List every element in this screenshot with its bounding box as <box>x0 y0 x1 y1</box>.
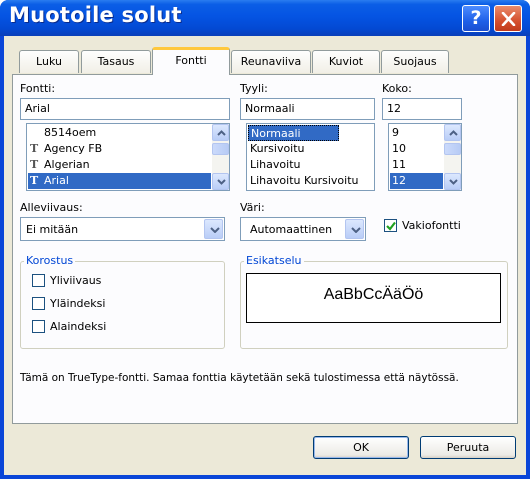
style-item-label: Kursivoitu <box>250 142 305 155</box>
checkmark-icon <box>386 221 396 231</box>
chevron-up-icon <box>217 130 226 136</box>
style-item-label: Normaali <box>251 127 301 140</box>
truetype-icon: T <box>30 174 39 187</box>
preview-box: AaBbCcÄäÖö <box>246 273 501 323</box>
font-list-item[interactable]: T Agency FB <box>28 141 211 157</box>
style-list-item[interactable]: Lihavoitu Kursivoitu <box>248 173 373 189</box>
font-item-label: Algerian <box>44 158 90 171</box>
size-list-item-selected[interactable]: 12 <box>390 173 443 189</box>
font-list-item-selected[interactable]: T Arial <box>28 173 211 189</box>
style-item-label: Lihavoitu Kursivoitu <box>250 174 359 187</box>
close-button[interactable] <box>494 5 522 32</box>
tab-label: Reunaviiva <box>240 55 302 68</box>
dropdown-button[interactable] <box>204 219 223 239</box>
size-list-item[interactable]: 10 <box>390 141 443 157</box>
normal-font-checkbox[interactable] <box>384 219 397 232</box>
chevron-down-icon <box>351 227 361 233</box>
font-size-input[interactable]: 12 <box>382 98 462 120</box>
font-list-item[interactable]: T Algerian <box>28 157 211 173</box>
color-dropdown[interactable]: Automaattinen <box>240 217 366 241</box>
style-list-item[interactable]: Kursivoitu <box>248 141 373 157</box>
superscript-checkbox[interactable] <box>32 297 45 310</box>
close-icon <box>501 12 516 26</box>
preview-sample-text: AaBbCcÄäÖö <box>323 286 424 303</box>
underline-dropdown[interactable]: Ei mitään <box>20 217 225 241</box>
truetype-info-text: Tämä on TrueType-fontti. Samaa fonttia k… <box>20 372 459 384</box>
help-button[interactable]: ? <box>462 5 490 32</box>
tab-kuviot[interactable]: Kuviot <box>312 50 380 73</box>
title-bar[interactable]: Muotoile solut ? <box>0 0 530 36</box>
ok-button[interactable]: OK <box>313 436 409 459</box>
chevron-up-icon <box>449 130 458 136</box>
effects-group-title: Korostus <box>24 254 76 267</box>
scroll-up-button[interactable] <box>444 124 461 141</box>
dialog-title: Muotoile solut <box>9 3 182 27</box>
font-style-input[interactable]: Normaali <box>240 98 375 120</box>
tab-label: Luku <box>36 55 62 68</box>
size-list-scrollbar[interactable] <box>444 124 461 190</box>
tab-label: Tasaus <box>97 55 135 68</box>
size-item-label: 12 <box>392 174 406 187</box>
normal-font-label: Vakiofontti <box>402 219 461 232</box>
superscript-label: Yläindeksi <box>50 297 106 310</box>
strikethrough-label: Yliviivaus <box>50 274 102 287</box>
scroll-down-button[interactable] <box>444 173 461 190</box>
font-list[interactable]: 8514oem T Agency FB T Algerian T Arial <box>26 123 230 191</box>
font-style-list[interactable]: Normaali Kursivoitu Lihavoitu Lihavoitu … <box>246 123 375 191</box>
color-value: Automaattinen <box>250 223 333 236</box>
cancel-button[interactable]: Peruuta <box>420 436 516 459</box>
preview-group-title: Esikatselu <box>244 254 304 267</box>
font-item-label: Arial <box>44 174 69 187</box>
underline-label: Alleviivaus: <box>20 201 83 214</box>
style-label: Tyyli: <box>240 82 268 95</box>
font-item-label: 8514oem <box>44 126 97 139</box>
size-label: Koko: <box>382 82 412 95</box>
subscript-checkbox[interactable] <box>32 320 45 333</box>
style-list-item-selected[interactable]: Normaali <box>248 125 339 141</box>
font-item-label: Agency FB <box>44 142 103 155</box>
chevron-down-icon <box>449 179 458 185</box>
dropdown-button[interactable] <box>345 219 364 239</box>
scroll-up-button[interactable] <box>212 124 229 141</box>
size-item-label: 11 <box>392 158 406 171</box>
chevron-down-icon <box>217 179 226 185</box>
dialog-body: Luku Tasaus Fontti Reunaviiva Kuviot Suo… <box>4 36 526 475</box>
scroll-thumb[interactable] <box>212 143 229 155</box>
tab-reunaviiva[interactable]: Reunaviiva <box>231 50 311 73</box>
chevron-down-icon <box>210 227 220 233</box>
help-icon: ? <box>470 7 482 29</box>
style-item-label: Lihavoitu <box>250 158 301 171</box>
tab-suojaus[interactable]: Suojaus <box>381 50 449 73</box>
size-list-item[interactable]: 11 <box>390 157 443 173</box>
font-tab-panel: Fontti: Arial 8514oem T Agency FB T Algeri… <box>12 74 518 424</box>
tab-label: Kuviot <box>328 55 364 68</box>
truetype-icon: T <box>30 158 39 171</box>
font-label: Fontti: <box>20 82 56 95</box>
font-list-item[interactable]: 8514oem <box>28 125 211 141</box>
tab-label: Fontti <box>175 54 207 67</box>
dialog-window: Muotoile solut ? Luku Tasaus Fontti Reun… <box>0 0 530 479</box>
underline-value: Ei mitään <box>26 223 79 236</box>
strikethrough-checkbox[interactable] <box>32 274 45 287</box>
tab-fontti[interactable]: Fontti <box>152 47 230 75</box>
size-list-item[interactable]: 9 <box>390 125 443 141</box>
tab-tasaus[interactable]: Tasaus <box>81 50 151 73</box>
truetype-icon: T <box>30 142 39 155</box>
scroll-thumb[interactable] <box>444 143 461 155</box>
font-size-list[interactable]: 9 10 11 12 <box>388 123 462 191</box>
color-label: Väri: <box>240 201 265 214</box>
scroll-down-button[interactable] <box>212 173 229 190</box>
font-list-scrollbar[interactable] <box>212 124 229 190</box>
style-list-item[interactable]: Lihavoitu <box>248 157 373 173</box>
tab-label: Suojaus <box>393 55 437 68</box>
size-item-label: 10 <box>392 142 406 155</box>
subscript-label: Alaindeksi <box>50 320 107 333</box>
size-item-label: 9 <box>392 126 399 139</box>
font-name-input[interactable]: Arial <box>20 98 230 120</box>
tab-luku[interactable]: Luku <box>19 50 79 73</box>
